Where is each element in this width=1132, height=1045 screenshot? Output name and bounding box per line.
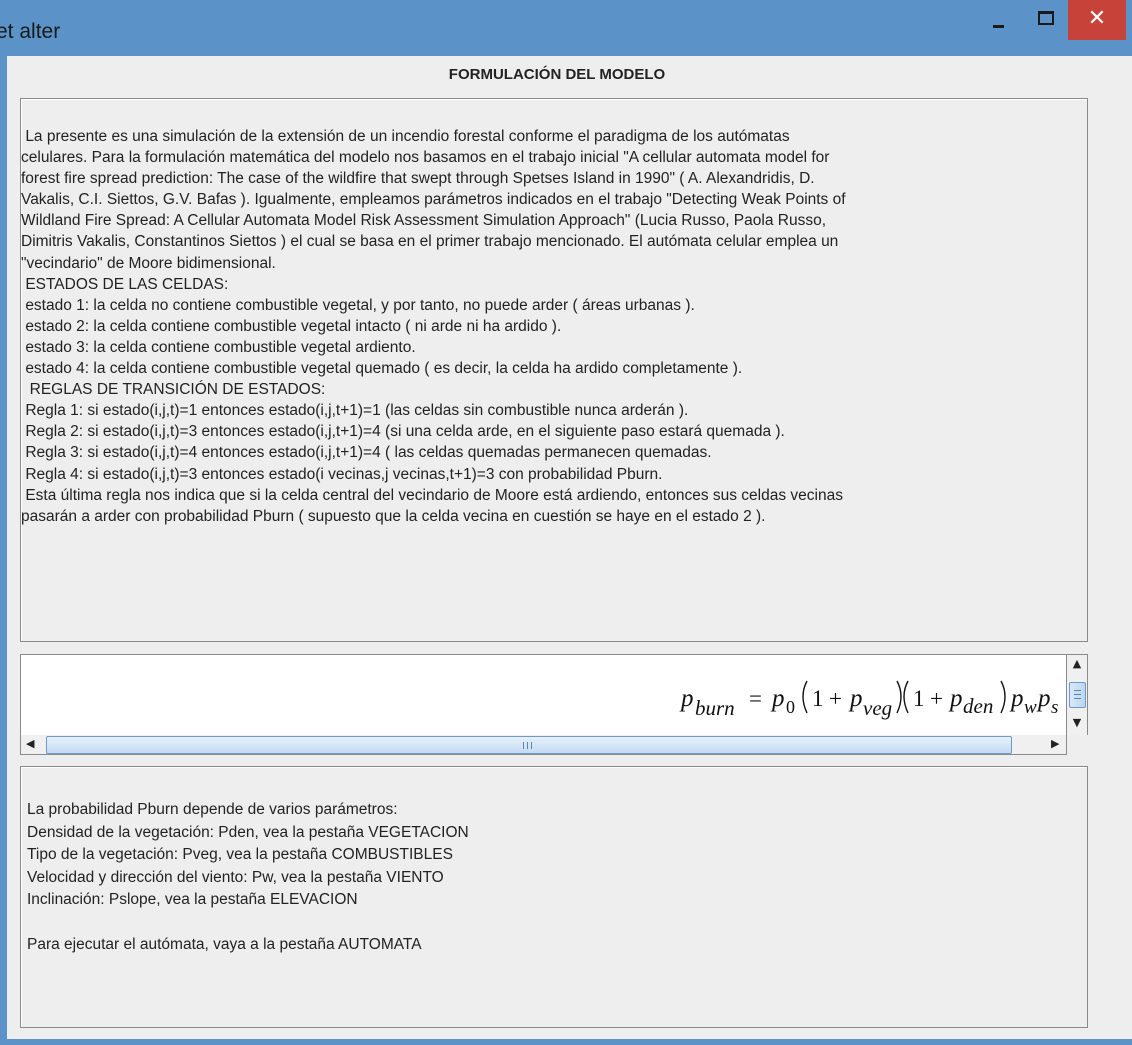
text-line: Regla 1: si estado(i,j,t)=1 entonces est…	[21, 402, 689, 420]
formula-pane[interactable]: p burn = p 0 1 + p veg 1 + p den p w p s	[20, 654, 1067, 736]
grip-line	[531, 742, 532, 749]
text-line: Regla 2: si estado(i,j,t)=3 entonces est…	[21, 423, 785, 441]
text-line: REGLAS DE TRANSICIÓN DE ESTADOS:	[21, 381, 326, 399]
formula-lhs-p: p	[679, 685, 694, 712]
text-line: Densidad de la vegetación: Pden, vea la …	[27, 823, 469, 841]
close-icon: ✕	[1087, 6, 1107, 31]
text-line	[27, 912, 1067, 935]
formula-plus-a: +	[829, 686, 842, 711]
vertical-scroll-thumb[interactable]	[1069, 682, 1086, 708]
text-line: celulares. Para la formulación matemátic…	[21, 149, 830, 167]
maximize-icon	[1038, 11, 1054, 25]
text-line: Dimitris Vakalis, Constantinos Siettos )…	[21, 233, 839, 251]
grip-line	[527, 742, 528, 749]
formula-ps-sub: s	[1051, 697, 1058, 718]
close-button[interactable]: ✕	[1068, 0, 1126, 40]
grip-line	[1074, 694, 1081, 695]
text-line: Para ejecutar el autómata, vaya a la pes…	[27, 936, 422, 953]
formula-pden: p	[948, 685, 963, 712]
formula-pw: p	[1009, 685, 1024, 712]
text-line: pasarán a arder con probabilidad Pburn (…	[21, 507, 766, 525]
minimize-icon	[993, 25, 1004, 28]
text-line: La presente es una simulación de la exte…	[21, 128, 790, 145]
text-line: Regla 4: si estado(i,j,t)=3 entonces est…	[21, 465, 663, 483]
formula-horizontal-scrollbar[interactable]: ◀ ▶	[20, 735, 1067, 755]
formula-pveg: p	[848, 685, 863, 712]
model-description-text[interactable]: La presente es una simulación de la exte…	[21, 126, 1096, 527]
text-line: Regla 3: si estado(i,j,t)=4 entonces est…	[21, 444, 712, 462]
title-bar[interactable]: et alter ✕	[0, 0, 1132, 56]
horizontal-scroll-thumb[interactable]	[46, 736, 1012, 754]
scroll-corner	[1067, 735, 1088, 755]
grip-line	[1074, 690, 1081, 691]
scroll-left-icon[interactable]: ◀	[26, 737, 34, 750]
text-line: La probabilidad Pburn depende de varios …	[27, 801, 398, 818]
formula-pden-sub: den	[963, 694, 993, 718]
grip-line	[523, 742, 524, 749]
page-title: FORMULACIÓN DEL MODELO	[448, 66, 666, 83]
text-line: estado 4: la celda contiene combustible …	[21, 360, 743, 378]
scroll-right-icon[interactable]: ▶	[1051, 737, 1059, 750]
text-line: ESTADOS DE LAS CELDAS:	[21, 275, 229, 293]
text-line: estado 1: la celda no contiene combustib…	[21, 296, 695, 314]
minimize-button[interactable]	[980, 0, 1016, 40]
formula-open-paren-1	[802, 680, 808, 714]
text-line: "vecindario" de Moore bidimensional.	[21, 254, 276, 272]
formula-p0: p	[770, 685, 785, 712]
grip-line	[1074, 698, 1081, 699]
maximize-button[interactable]	[1026, 0, 1062, 40]
formula-pveg-sub: veg	[863, 696, 892, 720]
formula-p0-sub: 0	[786, 697, 795, 717]
window-content: FORMULACIÓN DEL MODELO La presente es un…	[7, 56, 1132, 1039]
scroll-down-icon[interactable]: ▼	[1067, 716, 1087, 729]
formula-pburn: p burn = p 0 1 + p veg 1 + p den p w p s	[679, 680, 1058, 720]
formula-plus-b: +	[930, 686, 943, 711]
scroll-up-icon[interactable]: ▲	[1067, 657, 1087, 670]
parameters-info-text[interactable]: La probabilidad Pburn depende de varios …	[27, 799, 1067, 957]
formula-ps: p	[1036, 685, 1051, 712]
formula-open-paren-2	[903, 680, 909, 714]
formula-one-b: 1	[913, 686, 925, 711]
formula-lhs-sub: burn	[695, 696, 735, 720]
formula-equals: =	[749, 686, 762, 711]
model-description-panel[interactable]: La presente es una simulación de la exte…	[20, 98, 1088, 642]
text-line: Inclinación: Pslope, vea la pestaña ELEV…	[27, 891, 358, 908]
text-line: estado 2: la celda contiene combustible …	[21, 317, 562, 335]
text-line: Vakalis, C.I. Siettos, G.V. Bafas ). Igu…	[21, 191, 846, 209]
text-line: estado 3: la celda contiene combustible …	[21, 338, 416, 356]
formula-pw-sub: w	[1024, 697, 1037, 718]
text-line: Wildland Fire Spread: A Cellular Automat…	[21, 212, 827, 230]
formula-vertical-scrollbar[interactable]: ▲ ▼	[1067, 654, 1088, 736]
text-line: Tipo de la vegetación: Pveg, vea la pest…	[27, 846, 453, 863]
formula-close-paren-1	[896, 680, 902, 714]
text-line: Velocidad y dirección del viento: Pw, ve…	[27, 868, 444, 886]
window-title: et alter	[0, 20, 61, 43]
text-line: Esta última regla nos indica que si la c…	[21, 486, 843, 504]
formula-one-a: 1	[812, 686, 824, 711]
text-line: forest fire spread prediction: The case …	[21, 170, 815, 188]
formula-close-paren-2	[1000, 680, 1006, 714]
parameters-info-panel[interactable]: La probabilidad Pburn depende de varios …	[20, 766, 1088, 1028]
